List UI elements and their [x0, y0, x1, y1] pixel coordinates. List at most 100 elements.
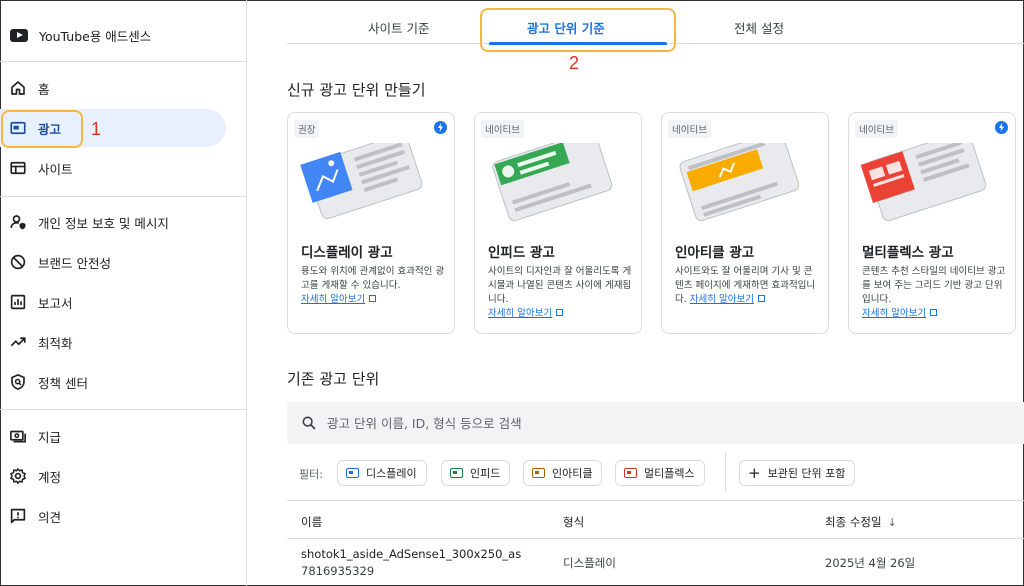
multiplex-ad-illustration	[860, 143, 987, 222]
plus-icon: +	[748, 463, 761, 482]
learn-more-link[interactable]: 자세히 알아보기	[488, 308, 552, 319]
include-archived-button[interactable]: + 보관된 단위 포함	[739, 460, 856, 486]
card-title: 멀티플렉스 광고	[862, 245, 954, 261]
sidebar-divider	[0, 409, 247, 410]
sidebar: YouTube용 애드센스 홈 광고 사이트 개인 정보 보호 및 메시지 브랜…	[0, 0, 247, 586]
table-divider	[287, 500, 1024, 501]
brand-title: YouTube용 애드센스	[39, 28, 152, 44]
column-header-last-modified[interactable]: 최종 수정일 ↓	[825, 514, 897, 530]
search-input[interactable]	[327, 415, 927, 431]
open-in-new-icon	[758, 295, 765, 302]
card-description: 사이트와도 잘 어울리며 기사 및 콘텐츠 페이지에 게재하면 효과적입니다. …	[675, 265, 821, 307]
filter-chip-infeed[interactable]: 인피드	[441, 460, 511, 486]
arrow-down-icon: ↓	[887, 516, 897, 529]
card-badge: 권장	[294, 120, 320, 138]
open-in-new-icon	[556, 309, 564, 316]
sidebar-item-label: 브랜드 안전성	[38, 255, 111, 271]
display-ad-illustration	[300, 143, 423, 220]
chip-label: 멀티플렉스	[644, 467, 695, 480]
new-ad-unit-heading: 신규 광고 단위 만들기	[287, 81, 426, 99]
sidebar-item-label: 의견	[38, 509, 62, 525]
existing-ad-units-heading: 기존 광고 단위	[287, 370, 380, 388]
search-icon	[302, 416, 316, 430]
sidebar-item-policy-center[interactable]: 정책 센터	[0, 363, 226, 401]
sidebar-item-home[interactable]: 홈	[0, 69, 226, 107]
inarticle-ad-illustration	[679, 143, 800, 222]
tab-by-site[interactable]: 사이트 기준	[368, 18, 429, 37]
chip-label: 보관된 단위 포함	[767, 467, 846, 480]
sidebar-item-feedback[interactable]: 의견	[0, 497, 226, 535]
tab-global-settings[interactable]: 전체 설정	[734, 18, 784, 37]
sidebar-item-optimization[interactable]: 최적화	[0, 323, 226, 361]
filter-chip-inarticle[interactable]: 인아티클	[523, 460, 603, 486]
highlight-box-ads	[1, 110, 83, 148]
card-description: 사이트의 디자인과 잘 어울리도록 게시물과 나열된 콘텐츠 사이에 게재됩니다…	[488, 265, 634, 321]
display-ad-card[interactable]: 권장 디스플레이 광고 용도와 위치에 관계없이 효과적인 광고를 게재할 수 …	[287, 112, 455, 334]
table-divider	[287, 538, 1024, 539]
learn-more-link[interactable]: 자세히 알아보기	[301, 294, 365, 305]
sidebar-item-sites[interactable]: 사이트	[0, 149, 226, 187]
sidebar-item-label: 계정	[38, 469, 62, 485]
multiplex-ad-icon	[624, 468, 637, 478]
filter-divider	[725, 452, 726, 492]
highlight-box-ad-unit-tab	[480, 8, 676, 52]
sidebar-item-label: 사이트	[38, 161, 73, 177]
sites-icon	[9, 159, 27, 177]
sidebar-divider	[0, 61, 247, 62]
ad-unit-type: 디스플레이	[563, 556, 616, 570]
filter-chip-multiplex[interactable]: 멀티플렉스	[615, 460, 705, 486]
card-title: 인아티클 광고	[675, 245, 755, 261]
card-title: 인피드 광고	[488, 245, 555, 261]
filter-label: 필터:	[299, 468, 323, 481]
gear-icon	[9, 467, 27, 485]
sidebar-item-payments[interactable]: 지급	[0, 417, 226, 455]
sidebar-item-label: 최적화	[38, 335, 73, 351]
ad-unit-name[interactable]: shotok1_aside_AdSense1_300x250_as	[301, 547, 521, 561]
bolt-icon	[434, 121, 447, 134]
card-description: 콘텐츠 추천 스타일의 네이티브 광고를 보여 주는 그리드 기반 광고 단위입…	[862, 265, 1008, 321]
card-badge: 네이티브	[668, 120, 711, 138]
trending-icon	[9, 333, 27, 351]
sidebar-item-brand-safety[interactable]: 브랜드 안전성	[0, 243, 226, 281]
infeed-ad-card[interactable]: 네이티브 인피드 광고 사이트의 디자인과 잘 어울리도록 게시물과 나열된 콘…	[474, 112, 642, 334]
feedback-icon	[9, 507, 27, 525]
display-ad-icon	[346, 468, 359, 478]
column-header-type[interactable]: 형식	[563, 514, 584, 530]
sidebar-item-label: 정책 센터	[38, 375, 88, 391]
infeed-ad-illustration	[492, 143, 613, 222]
chip-label: 디스플레이	[366, 467, 417, 480]
privacy-icon	[9, 213, 27, 231]
reports-icon	[9, 293, 27, 311]
annotation-number: 1	[91, 119, 102, 139]
open-in-new-icon	[930, 309, 938, 316]
sidebar-item-label: 개인 정보 보호 및 메시지	[38, 215, 169, 231]
block-icon	[9, 253, 27, 271]
search-bar	[287, 402, 1024, 444]
filter-chip-display[interactable]: 디스플레이	[337, 460, 427, 486]
sidebar-item-label: 보고서	[38, 295, 73, 311]
policy-shield-icon	[9, 373, 27, 391]
card-badge: 네이티브	[855, 120, 898, 138]
sidebar-item-label: 홈	[38, 81, 50, 97]
sidebar-item-account[interactable]: 계정	[0, 457, 226, 495]
learn-more-link[interactable]: 자세히 알아보기	[690, 294, 754, 305]
column-header-name[interactable]: 이름	[301, 514, 322, 530]
ad-unit-modified: 2025년 4월 26일	[825, 556, 916, 570]
sidebar-item-reports[interactable]: 보고서	[0, 283, 226, 321]
inarticle-ad-icon	[532, 468, 545, 478]
card-description: 용도와 위치에 관계없이 효과적인 광고를 게재할 수 있습니다. 자세히 알아…	[301, 265, 447, 307]
bolt-icon	[995, 121, 1008, 134]
card-title: 디스플레이 광고	[301, 245, 393, 261]
learn-more-link[interactable]: 자세히 알아보기	[862, 308, 926, 319]
ad-unit-id: 7816935329	[301, 564, 375, 578]
sidebar-item-label: 지급	[38, 429, 62, 445]
card-desc-text: 콘텐츠 추천 스타일의 네이티브 광고를 보여 주는 그리드 기반 광고 단위입…	[862, 266, 1006, 305]
multiplex-ad-card[interactable]: 네이티브 멀티플렉스 광고 콘텐츠 추천 스타일의 네이티브 광고를 보여 주는…	[848, 112, 1016, 334]
card-badge: 네이티브	[481, 120, 524, 138]
open-in-new-icon	[369, 295, 377, 302]
sidebar-item-privacy[interactable]: 개인 정보 보호 및 메시지	[0, 203, 226, 241]
brand[interactable]: YouTube용 애드센스	[10, 22, 151, 48]
annotation-number: 2	[569, 53, 580, 73]
inarticle-ad-card[interactable]: 네이티브 인아티클 광고 사이트와도 잘 어울리며 기사 및 콘텐츠 페이지에 …	[661, 112, 829, 334]
home-icon	[9, 79, 27, 97]
